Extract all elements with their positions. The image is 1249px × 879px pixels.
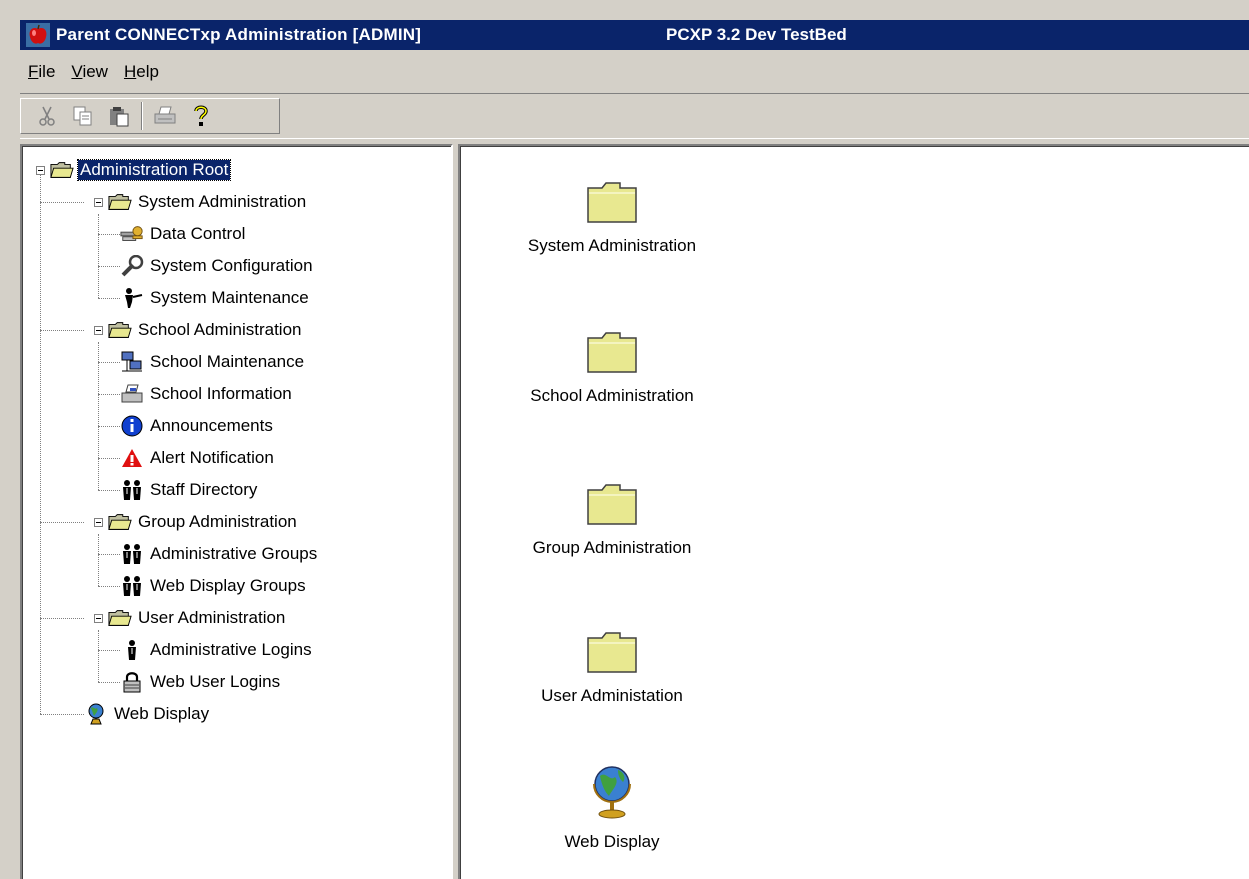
tree-node-data-control[interactable]: Data Control [120, 222, 247, 246]
tree-pane[interactable]: Administration Root System Administratio… [20, 144, 453, 879]
tree-connector [98, 426, 120, 427]
wrench-icon [120, 255, 144, 277]
collapse-toggle[interactable] [94, 518, 103, 527]
tree-node-administrative-logins[interactable]: Administrative Logins [120, 638, 314, 662]
menu-file[interactable]: File [20, 62, 63, 82]
help-icon [194, 105, 208, 126]
tree-connector [98, 586, 120, 587]
tree-connector [40, 202, 84, 203]
menu-bar: File View Help [20, 52, 1249, 92]
folder-open-icon [108, 191, 132, 213]
tree-node-alert-notification[interactable]: Alert Notification [120, 446, 276, 470]
people-icon [120, 479, 144, 501]
tree-connector [40, 714, 84, 715]
tree-node-system-configuration[interactable]: System Configuration [120, 254, 315, 278]
window-title: Parent CONNECTxp Administration [ADMIN] [56, 25, 422, 44]
copy-icon [73, 106, 92, 126]
list-item-school-administration[interactable]: School Administration [482, 314, 742, 406]
folder-open-icon [50, 159, 74, 181]
tree-connector [40, 330, 84, 331]
copy-button[interactable] [65, 99, 101, 133]
tree-connector [98, 298, 120, 299]
folder-icon [587, 632, 637, 673]
folder-icon [587, 332, 637, 373]
paste-button[interactable] [101, 99, 137, 133]
tree-node-administrative-groups[interactable]: Administrative Groups [120, 542, 319, 566]
tree-connector [98, 682, 120, 683]
tree-connector [40, 618, 84, 619]
tree-node-web-display-groups[interactable]: Web Display Groups [120, 574, 308, 598]
folder-icon [587, 182, 637, 223]
print-icon [154, 106, 176, 124]
folder-open-icon [108, 319, 132, 341]
tree-connector [98, 630, 99, 682]
tree-connector [40, 166, 41, 714]
tree-connector [98, 234, 120, 235]
tree-node-school-information[interactable]: School Information [120, 382, 294, 406]
folder-open-icon [108, 607, 132, 629]
tree-node-group-administration[interactable]: Group Administration [108, 510, 299, 534]
people-icon [120, 575, 144, 597]
tree-node-system-administration[interactable]: System Administration [108, 190, 308, 214]
tree-connector [98, 362, 120, 363]
printer-info-icon [120, 383, 144, 405]
globe-icon [84, 703, 108, 725]
list-item-user-administration[interactable]: User Administation [482, 614, 742, 706]
collapse-toggle[interactable] [36, 166, 45, 175]
folder-open-icon [108, 511, 132, 533]
person-icon [120, 639, 144, 661]
list-item-group-administration[interactable]: Group Administration [482, 466, 742, 558]
cut-icon [39, 106, 55, 126]
cut-button[interactable] [29, 99, 65, 133]
tree-connector [98, 534, 99, 586]
tree-connector [98, 458, 120, 459]
tree-connector [98, 342, 99, 490]
maintenance-person-icon [120, 287, 144, 309]
help-button[interactable] [183, 99, 219, 133]
tree-connector [98, 394, 120, 395]
folder-icon [587, 484, 637, 525]
tree-node-school-administration[interactable]: School Administration [108, 318, 303, 342]
tree-node-announcements[interactable]: Announcements [120, 414, 275, 438]
tree-connector [98, 490, 120, 491]
tree-node-staff-directory[interactable]: Staff Directory [120, 478, 259, 502]
tree-node-web-display[interactable]: Web Display [84, 702, 211, 726]
data-control-icon [120, 223, 144, 245]
tree-connector [98, 266, 120, 267]
tree-node-school-maintenance[interactable]: School Maintenance [120, 350, 306, 374]
tree-node-web-user-logins[interactable]: Web User Logins [120, 670, 282, 694]
collapse-toggle[interactable] [94, 326, 103, 335]
tree-connector [98, 214, 99, 298]
title-bar[interactable]: Parent CONNECTxp Administration [ADMIN] … [20, 20, 1249, 50]
apple-app-icon [26, 23, 50, 47]
warning-icon [120, 447, 144, 469]
toolbar-band [20, 98, 280, 134]
globe-icon [593, 766, 631, 819]
tree-node-system-maintenance[interactable]: System Maintenance [120, 286, 311, 310]
list-item-web-display[interactable]: Web Display [482, 760, 742, 852]
network-computers-icon [120, 351, 144, 373]
lock-icon [120, 671, 144, 693]
people-icon [120, 543, 144, 565]
toolbar [20, 93, 1249, 139]
list-pane[interactable]: System Administration School Administrat… [458, 144, 1249, 879]
tree-node-user-administration[interactable]: User Administration [108, 606, 287, 630]
tree-connector [40, 522, 84, 523]
list-item-system-administration[interactable]: System Administration [482, 164, 742, 256]
tree-connector [98, 650, 120, 651]
print-button[interactable] [147, 99, 183, 133]
tree-connector [98, 554, 120, 555]
menu-help[interactable]: Help [116, 62, 167, 82]
tree-node-administration-root[interactable]: Administration Root [50, 158, 232, 182]
paste-icon [110, 107, 129, 127]
collapse-toggle[interactable] [94, 614, 103, 623]
collapse-toggle[interactable] [94, 198, 103, 207]
toolbar-separator [141, 102, 143, 130]
menu-view[interactable]: View [63, 62, 116, 82]
environment-label: PCXP 3.2 Dev TestBed [666, 25, 847, 44]
info-icon [120, 415, 144, 437]
